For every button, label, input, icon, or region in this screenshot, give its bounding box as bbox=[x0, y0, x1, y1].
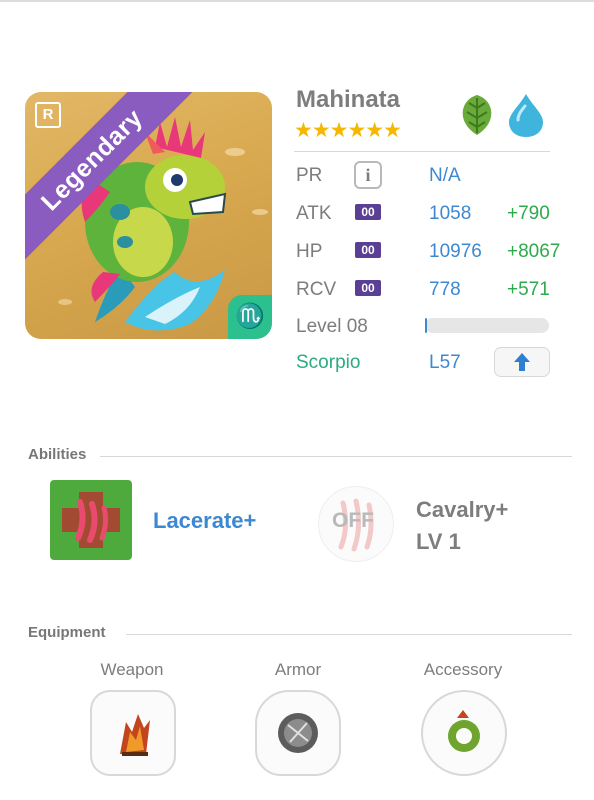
hp-label: HP bbox=[296, 241, 323, 262]
level-label: Level 08 bbox=[296, 316, 368, 337]
hero-portrait[interactable]: Legendary R ♏ bbox=[25, 92, 272, 339]
r-badge: R bbox=[35, 102, 61, 128]
stats-divider bbox=[294, 151, 550, 152]
weapon-icon bbox=[120, 714, 150, 756]
abilities-divider bbox=[100, 456, 572, 457]
armor-icon bbox=[278, 713, 318, 753]
sign-level: L57 bbox=[429, 352, 461, 373]
leaf-icon bbox=[462, 95, 492, 135]
accessory-label: Accessory bbox=[423, 660, 503, 679]
accessory-slot[interactable] bbox=[421, 690, 507, 776]
atk-value: 1058 bbox=[429, 203, 472, 224]
accessory-icon bbox=[448, 710, 480, 752]
pr-label: PR bbox=[296, 165, 323, 186]
rcv-plus-tag: 00 bbox=[355, 280, 381, 296]
water-drop-icon bbox=[509, 94, 543, 137]
lacerate-claw-icon bbox=[62, 492, 120, 548]
equipment-title: Equipment bbox=[28, 624, 106, 641]
atk-bonus: +790 bbox=[507, 203, 550, 224]
scorpio-sign-icon: ♏ bbox=[228, 295, 272, 339]
top-divider bbox=[0, 0, 594, 2]
abilities-title: Abilities bbox=[28, 446, 87, 463]
weapon-label: Weapon bbox=[100, 660, 164, 679]
hp-plus-tag: 00 bbox=[355, 242, 381, 258]
level-progress-fill bbox=[425, 318, 428, 333]
lacerate-ability-name[interactable]: Lacerate+ bbox=[153, 508, 256, 534]
hero-name: Mahinata bbox=[296, 86, 401, 113]
sign-upgrade-button[interactable] bbox=[494, 347, 550, 377]
armor-slot[interactable] bbox=[255, 690, 341, 776]
rcv-value: 778 bbox=[429, 279, 461, 300]
hp-bonus: +8067 bbox=[507, 241, 561, 262]
armor-label: Armor bbox=[274, 660, 322, 679]
info-button[interactable]: i bbox=[354, 161, 382, 189]
arrow-up-icon bbox=[514, 353, 530, 371]
cavalry-ability-name[interactable]: Cavalry+ LV 1 bbox=[416, 494, 508, 558]
weapon-slot[interactable] bbox=[90, 690, 176, 776]
equipment-divider bbox=[126, 634, 572, 635]
atk-label: ATK bbox=[296, 203, 332, 224]
zodiac-sign-name: Scorpio bbox=[296, 352, 361, 373]
ability-off-status: OFF bbox=[332, 509, 374, 532]
cavalry-name-line: Cavalry+ bbox=[416, 497, 509, 522]
lacerate-ability-icon[interactable] bbox=[50, 480, 132, 560]
rcv-label: RCV bbox=[296, 279, 337, 300]
level-progress-bar bbox=[425, 318, 549, 333]
star-rating: ★★★★★★ bbox=[294, 119, 402, 142]
hp-value: 10976 bbox=[429, 241, 482, 262]
atk-plus-tag: 00 bbox=[355, 204, 381, 220]
rcv-bonus: +571 bbox=[507, 279, 550, 300]
cavalry-level-line: LV 1 bbox=[416, 529, 461, 554]
pr-value: N/A bbox=[429, 165, 461, 186]
